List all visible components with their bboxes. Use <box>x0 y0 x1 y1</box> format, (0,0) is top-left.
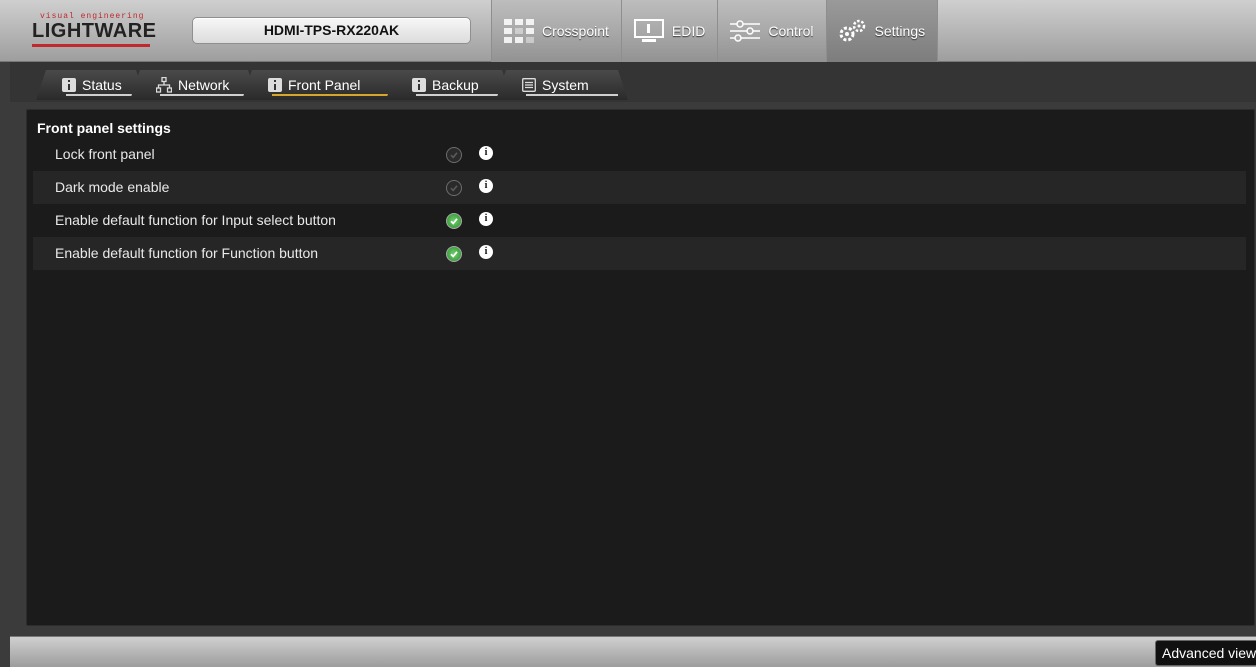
setting-row-lock-front-panel: Lock front panel i <box>33 138 1246 171</box>
setting-row-input-select-default: Enable default function for Input select… <box>33 204 1246 237</box>
subtab-backup-label: Backup <box>432 77 479 93</box>
info-icon <box>412 78 426 92</box>
sub-tab-bar: Status Network Front Panel Backup System <box>10 62 1256 102</box>
setting-label: Enable default function for Function but… <box>55 245 319 261</box>
section-title: Front panel settings <box>37 120 171 136</box>
input-select-default-checkbox[interactable] <box>446 213 462 229</box>
info-icon[interactable]: i <box>479 179 493 193</box>
subtab-status[interactable]: Status <box>36 70 146 100</box>
info-icon[interactable]: i <box>479 245 493 259</box>
subtab-network-label: Network <box>178 77 230 93</box>
monitor-icon <box>633 19 664 43</box>
top-bar: visual engineering LIGHTWARE HDMI-TPS-RX… <box>0 0 1256 62</box>
tab-crosspoint[interactable]: Crosspoint <box>491 0 621 62</box>
network-icon <box>156 77 172 93</box>
setting-row-function-default: Enable default function for Function but… <box>33 237 1246 270</box>
info-icon <box>62 78 76 92</box>
bottom-bar: Advanced view <box>10 636 1256 667</box>
lightware-logo: visual engineering LIGHTWARE <box>26 12 157 47</box>
logo-wordmark: LIGHTWARE <box>32 20 157 42</box>
app-window: visual engineering LIGHTWARE HDMI-TPS-RX… <box>0 0 1256 667</box>
setting-label: Lock front panel <box>55 146 155 162</box>
advanced-view-button[interactable]: Advanced view <box>1155 640 1256 666</box>
subtab-underline <box>416 94 502 96</box>
subtab-underline <box>160 94 248 96</box>
dark-mode-checkbox[interactable] <box>446 180 462 196</box>
subtab-underline-active <box>272 94 396 96</box>
front-panel-settings-panel: Front panel settings Lock front panel i … <box>26 109 1255 626</box>
subtab-backup[interactable]: Backup <box>386 70 512 100</box>
setting-row-dark-mode: Dark mode enable i <box>33 171 1246 204</box>
subtab-network[interactable]: Network <box>130 70 258 100</box>
info-icon <box>268 78 282 92</box>
info-icon[interactable]: i <box>479 212 493 226</box>
device-name-field[interactable]: HDMI-TPS-RX220AK <box>192 17 471 44</box>
function-button-default-checkbox[interactable] <box>446 246 462 262</box>
sliders-icon <box>730 19 761 43</box>
gears-icon <box>839 19 867 43</box>
info-icon[interactable]: i <box>479 146 493 160</box>
subtab-underline <box>66 94 136 96</box>
tab-edid-label: EDID <box>671 23 706 39</box>
tab-crosspoint-label: Crosspoint <box>542 23 609 39</box>
tab-control-label: Control <box>768 23 814 39</box>
crosspoint-grid-icon <box>504 19 534 43</box>
lock-front-panel-checkbox[interactable] <box>446 147 462 163</box>
subtab-underline <box>526 94 618 96</box>
subtab-front-panel[interactable]: Front Panel <box>242 70 406 100</box>
setting-label: Enable default function for Input select… <box>55 212 336 228</box>
tab-edid[interactable]: EDID <box>620 0 718 62</box>
main-tabs: Crosspoint EDID Control Settings <box>491 0 939 62</box>
subtab-system[interactable]: System <box>496 70 628 100</box>
subtab-front-panel-label: Front Panel <box>288 77 361 93</box>
subtab-status-label: Status <box>82 77 122 93</box>
tab-settings[interactable]: Settings <box>825 0 939 62</box>
tab-settings-label: Settings <box>874 23 926 39</box>
setting-label: Dark mode enable <box>55 179 170 195</box>
list-icon <box>522 78 536 92</box>
logo-underline <box>32 44 150 47</box>
subtab-system-label: System <box>542 77 589 93</box>
tab-control[interactable]: Control <box>717 0 826 62</box>
